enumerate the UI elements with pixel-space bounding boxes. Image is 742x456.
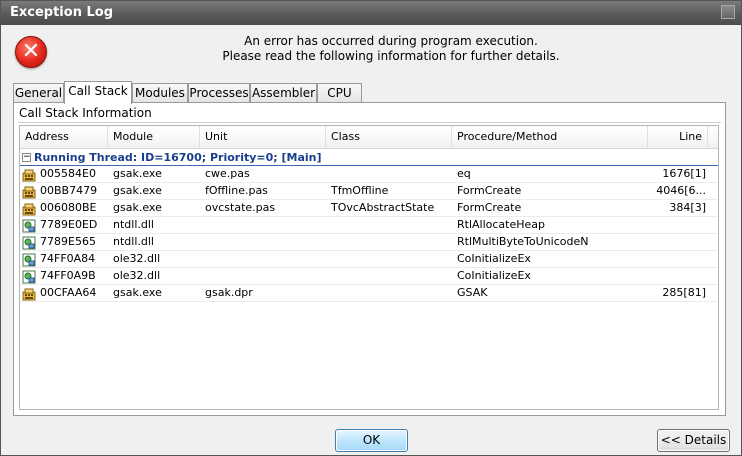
section-divider (18, 122, 721, 123)
cell-method: eq (457, 167, 471, 180)
cell-method: GSAK (457, 286, 488, 299)
cell-method: CoInitializeEx (457, 252, 531, 265)
tab-modules[interactable]: Modules (132, 83, 188, 103)
cell-line: 1676[1] (662, 167, 706, 180)
cell-module: gsak.exe (113, 201, 162, 214)
cell-line (648, 234, 706, 250)
cell-class (331, 251, 451, 267)
cell-unit (205, 268, 325, 284)
cell-class: TfmOffline (331, 184, 389, 197)
column-header-line[interactable]: Line (648, 126, 708, 148)
table-row[interactable]: 7789E565 ntdll.dll RtlMultiByteToUnicodeN (20, 234, 718, 251)
error-icon: ✕ (15, 36, 47, 68)
cell-class (331, 285, 451, 301)
title-bar[interactable]: Exception Log (1, 1, 741, 25)
table-row[interactable]: 74FF0A84 ole32.dll CoInitializeEx (20, 251, 718, 268)
cell-method: RtlMultiByteToUnicodeN (457, 235, 589, 248)
table-row[interactable]: 00CFAA64 gsak.exe gsak.dpr GSAK 285[81] (20, 285, 718, 302)
column-header-class[interactable]: Class (326, 126, 452, 148)
cell-address: 74FF0A9B (40, 269, 96, 282)
error-message-line-2: Please read the following information fo… (222, 49, 560, 63)
tab-general[interactable]: General (13, 83, 64, 103)
cell-method: FormCreate (457, 201, 522, 214)
cell-line: 384[3] (669, 201, 706, 214)
window-title: Exception Log (10, 5, 113, 20)
module-icon (22, 167, 36, 182)
call-stack-table[interactable]: Address Module Unit Class Procedure/Meth… (19, 125, 719, 410)
column-header-unit[interactable]: Unit (200, 126, 326, 148)
cell-module: gsak.exe (113, 184, 162, 197)
table-row[interactable]: 74FF0A9B ole32.dll CoInitializeEx (20, 268, 718, 285)
cell-address: 006080BE (40, 201, 97, 214)
cell-class (331, 217, 451, 233)
cell-line: 4046[6... (656, 184, 706, 197)
error-message: An error has occurred during program exe… (161, 34, 621, 64)
module-icon (22, 286, 36, 301)
table-row[interactable]: 005584E0 gsak.exe cwe.pas eq 1676[1] (20, 166, 718, 183)
tab-call-stack[interactable]: Call Stack (64, 81, 132, 104)
table-row[interactable]: 00BB7479 gsak.exe fOffline.pas TfmOffline Fo… (20, 183, 718, 200)
cell-unit (205, 234, 325, 250)
cell-class: TOvcAbstractState (331, 201, 435, 214)
collapse-toggle-icon[interactable]: − (22, 153, 31, 162)
cell-module: gsak.exe (113, 286, 162, 299)
dll-icon (22, 269, 36, 284)
cell-address: 7789E565 (40, 235, 96, 248)
cell-class (331, 268, 451, 284)
section-title: Call Stack Information (19, 106, 152, 120)
exception-log-window: Exception Log ✕ An error has occurred du… (0, 0, 742, 456)
tab-processes[interactable]: Processes (188, 83, 250, 103)
dll-icon (22, 235, 36, 250)
dll-icon (22, 252, 36, 267)
cell-line (648, 268, 706, 284)
cell-address: 00CFAA64 (40, 286, 97, 299)
cell-module: ole32.dll (113, 269, 161, 282)
table-header: Address Module Unit Class Procedure/Meth… (20, 126, 718, 149)
column-header-module[interactable]: Module (108, 126, 200, 148)
window-resize-button[interactable] (721, 5, 735, 19)
call-stack-panel: Call Stack Information Address Module Un… (13, 102, 726, 416)
cell-module: gsak.exe (113, 167, 162, 180)
column-header-procedure[interactable]: Procedure/Method (452, 126, 648, 148)
cell-unit: gsak.dpr (205, 286, 253, 299)
cell-address: 005584E0 (40, 167, 96, 180)
cell-line: 285[81] (662, 286, 706, 299)
error-message-line-1: An error has occurred during program exe… (244, 34, 538, 48)
tab-assembler[interactable]: Assembler (250, 83, 317, 103)
dll-icon (22, 218, 36, 233)
cell-class (331, 166, 451, 182)
table-row[interactable]: 006080BE gsak.exe ovcstate.pas TOvcAbstract… (20, 200, 718, 217)
module-icon (22, 201, 36, 216)
cell-module: ntdll.dll (113, 218, 154, 231)
table-row[interactable]: 7789E0ED ntdll.dll RtlAllocateHeap (20, 217, 718, 234)
cell-address: 00BB7479 (40, 184, 98, 197)
cell-unit: fOffline.pas (205, 184, 268, 197)
details-button[interactable]: << Details (657, 429, 730, 452)
cell-line (648, 251, 706, 267)
cell-line (648, 217, 706, 233)
thread-group-row[interactable]: − Running Thread: ID=16700; Priority=0; … (20, 149, 718, 166)
thread-label: Running Thread: ID=16700; Priority=0; [M… (34, 151, 322, 164)
column-header-address[interactable]: Address (20, 126, 108, 148)
cell-address: 74FF0A84 (40, 252, 96, 265)
cell-class (331, 234, 451, 250)
cell-unit: ovcstate.pas (205, 201, 276, 214)
cell-method: CoInitializeEx (457, 269, 531, 282)
cell-unit (205, 217, 325, 233)
ok-button[interactable]: OK (335, 429, 408, 452)
cell-module: ntdll.dll (113, 235, 154, 248)
tab-cpu[interactable]: CPU (317, 83, 362, 103)
cell-address: 7789E0ED (40, 218, 98, 231)
cell-method: FormCreate (457, 184, 522, 197)
cell-method: RtlAllocateHeap (457, 218, 546, 231)
cell-unit (205, 251, 325, 267)
cell-module: ole32.dll (113, 252, 161, 265)
cell-unit: cwe.pas (205, 167, 250, 180)
module-icon (22, 184, 36, 199)
